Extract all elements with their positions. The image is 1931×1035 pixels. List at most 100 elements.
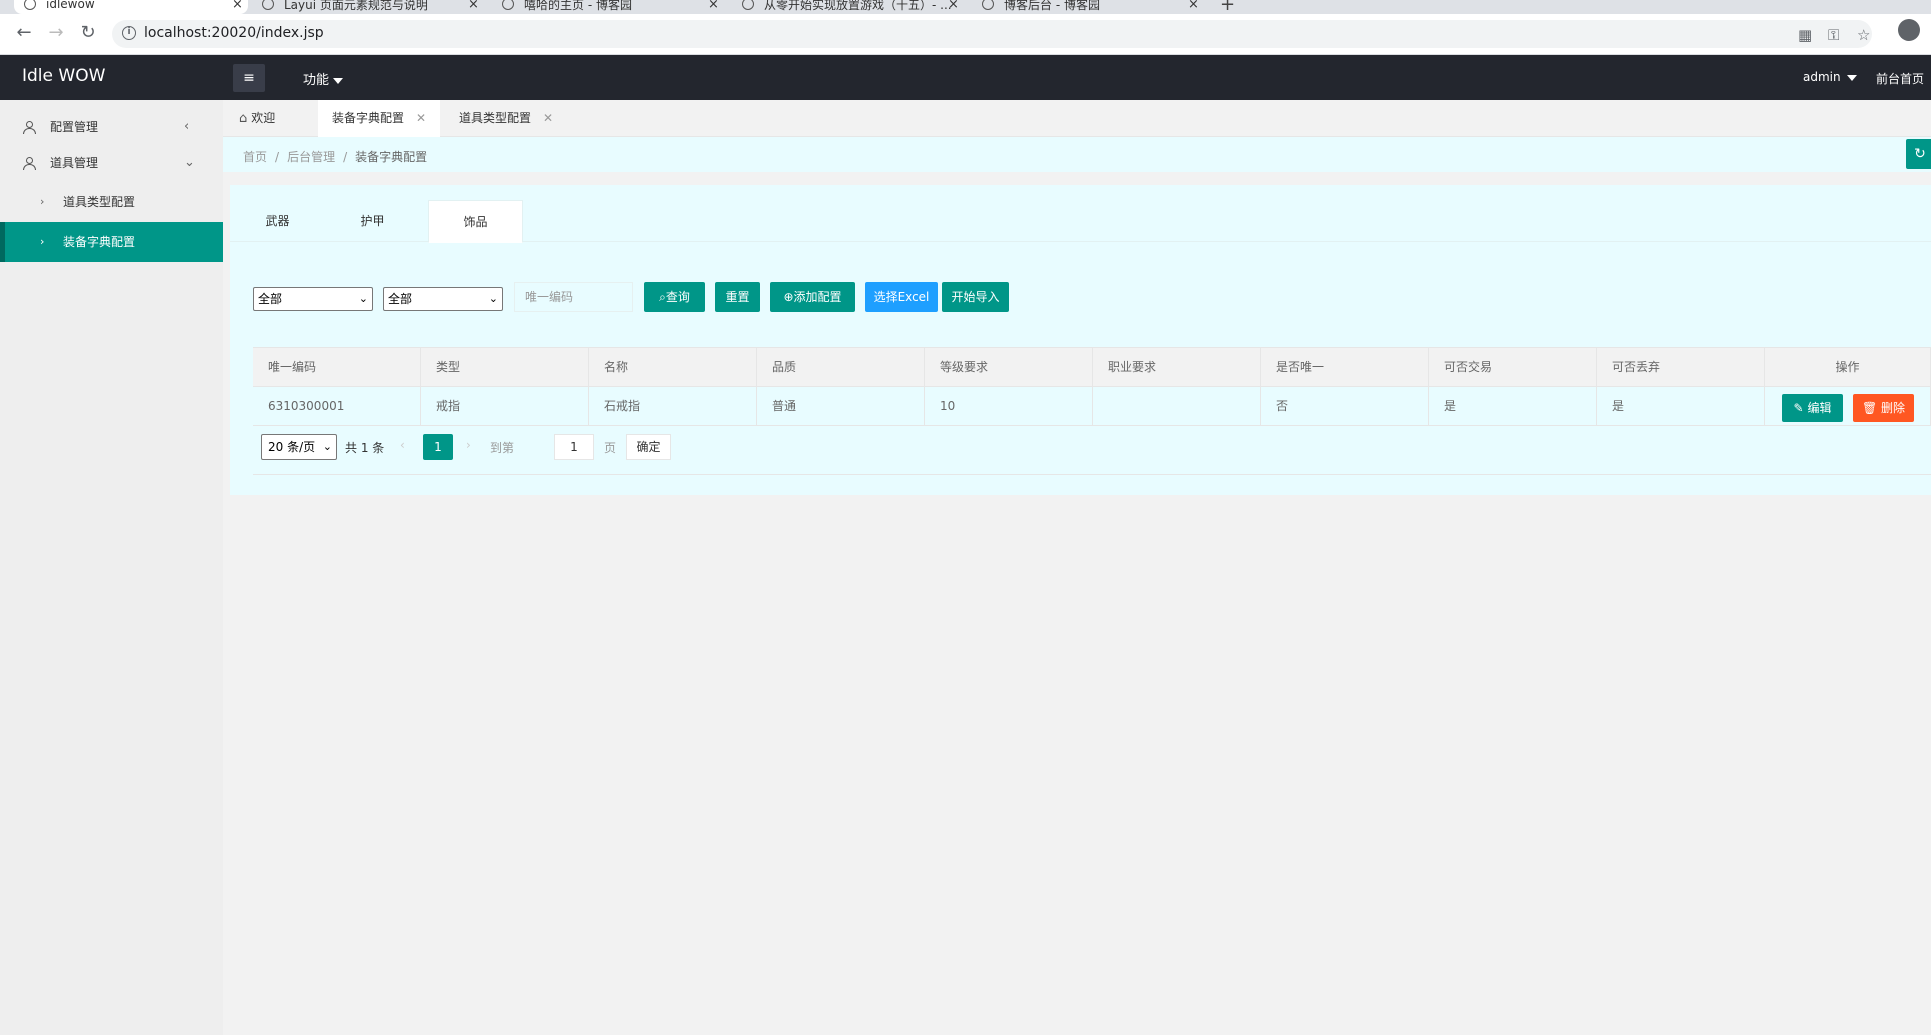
browser-tab-title: 嘻哈的主页 - 博客园 [524,0,632,12]
breadcrumb-home[interactable]: 首页 [243,150,267,164]
user-icon [22,120,36,134]
browser-tab-title: 博客后台 - 博客园 [1004,0,1100,12]
home-icon: ⌂ [239,111,248,126]
pencil-icon: ✎ [1793,401,1804,415]
total-count: 共 1 条 [345,441,385,455]
table-cell: 石戒指 [589,387,757,426]
page-suffix: 页 [604,441,617,455]
key-icon[interactable]: ⚿ [1828,26,1839,44]
sidebar-item-item-management[interactable]: 道具管理 ⌄ [0,145,223,181]
url-text[interactable]: localhost:20020/index.jsp [144,25,324,41]
equipment-table: 唯一编码 类型 名称 品质 等级要求 职业要求 是否唯一 可否交易 可否丢弃 操… [253,347,1931,426]
app-header: Idle WOW ≡ 功能 admin 前台首页 [0,55,1931,100]
pagination: 20 条/页 ⌄ 共 1 条 ‹ 1 › 到第 1 页 确定 [253,425,1931,475]
tab-accessory[interactable]: 饰品 [428,200,523,243]
tab-label: 装备字典配置 [332,111,405,125]
app-logo: Idle WOW [22,66,106,86]
menu-toggle-icon[interactable]: ≡ [233,64,265,92]
tab-label: 欢迎 [251,111,276,125]
page-size-select[interactable]: 20 条/页 ⌄ [261,434,337,460]
table-cell: 否 [1261,387,1429,426]
breadcrumb-current: 装备字典配置 [355,150,428,164]
close-icon[interactable]: ✕ [416,111,426,125]
profile-avatar-icon[interactable] [1898,19,1920,41]
category-tabs: 武器 护甲 饰品 [230,200,1931,243]
page-tab-bar: ⌂ 欢迎 装备字典配置 ✕ 道具类型配置 ✕ [223,100,1931,137]
tab-item-type-config[interactable]: 道具类型配置 ✕ [445,100,567,137]
quality-select[interactable]: 全部 ⌄ [383,287,503,311]
delete-label: 删除 [1881,401,1906,415]
reset-button[interactable]: 重置 [715,282,760,312]
browser-tab-layui[interactable]: Layui 页面元素规范与说明 × [262,0,487,14]
actions-cell: ✎ 编辑 🗑 删除 [1765,387,1931,426]
tab-label: 道具类型配置 [459,111,532,125]
chevron-right-icon: › [40,235,45,248]
sidebar-subitem-item-type-config[interactable]: › 道具类型配置 [0,182,223,222]
type-select-value: 全部 [258,292,283,306]
add-config-label: 添加配置 [793,290,842,304]
admin-menu[interactable]: admin [1803,70,1857,84]
info-icon[interactable]: i [122,26,136,40]
url-field[interactable]: i localhost:20020/index.jsp ▦ ⚿ ☆ [112,20,1872,48]
table-row: 6310300001 戒指 石戒指 普通 10 否 是 是 ✎ 编辑 🗑 删除 [253,387,1931,426]
cnblogs-icon [502,0,514,10]
browser-tab-title: idlewow [46,0,95,11]
delete-button[interactable]: 🗑 删除 [1853,394,1914,422]
code-search-input[interactable]: 唯一编码 [514,282,633,312]
goto-confirm-button[interactable]: 确定 [626,434,671,460]
dropdown-arrow-icon: ⌄ [322,440,332,453]
cnblogs-icon [982,0,994,10]
close-icon[interactable]: × [948,0,959,12]
browser-tab-title: Layui 页面元素规范与说明 [284,0,428,12]
new-tab-button[interactable]: + [1220,0,1235,14]
close-icon[interactable]: × [232,0,243,12]
close-icon[interactable]: × [708,0,719,12]
next-page-icon[interactable]: › [466,438,471,452]
tab-armor[interactable]: 护甲 [325,200,420,242]
close-icon[interactable]: × [468,0,479,12]
refresh-button[interactable]: ↻ [1906,139,1931,169]
close-icon[interactable]: × [1188,0,1199,12]
front-home-link[interactable]: 前台首页 [1876,70,1924,87]
table-cell: 普通 [757,387,925,426]
edit-button[interactable]: ✎ 编辑 [1782,394,1843,422]
edit-label: 编辑 [1807,401,1832,415]
sidebar-subitem-equipment-dict-config[interactable]: › 装备字典配置 [0,222,223,262]
tab-equipment-dict-config[interactable]: 装备字典配置 ✕ [318,100,441,137]
prev-page-icon[interactable]: ‹ [400,438,405,452]
add-config-button[interactable]: ⊕添加配置 [770,282,855,312]
browser-tab-title: 从零开始实现放置游戏（十五）- ... [764,0,952,12]
sidebar-subitem-label: 装备字典配置 [63,235,136,249]
globe-icon [24,0,36,10]
forward-arrow-icon[interactable]: → [44,22,68,43]
goto-label: 到第 [490,441,515,455]
admin-label: admin [1803,70,1841,84]
search-button[interactable]: ⌕查询 [644,282,705,312]
browser-tab-idlewow[interactable]: idlewow × [14,0,248,14]
breadcrumb: 首页 / 后台管理 / 装备字典配置 [243,148,427,165]
table-cell: 是 [1429,387,1597,426]
breadcrumb-admin[interactable]: 后台管理 [287,150,335,164]
browser-tab-cnblogs-article[interactable]: 从零开始实现放置游戏（十五）- ... × [742,0,967,14]
browser-tab-cnblogs-home[interactable]: 嘻哈的主页 - 博客园 × [502,0,727,14]
type-select[interactable]: 全部 ⌄ [253,287,373,311]
close-icon[interactable]: ✕ [543,111,553,125]
breadcrumb-bar: 首页 / 后台管理 / 装备字典配置 ↻ [223,137,1931,172]
tab-welcome[interactable]: ⌂ 欢迎 [225,100,289,137]
sidebar-item-config-management[interactable]: 配置管理 ‹ [0,109,223,145]
function-menu[interactable]: 功能 [303,69,344,88]
add-circle-icon: ⊕ [783,290,794,304]
qr-code-icon[interactable]: ▦ [1798,26,1812,44]
back-arrow-icon[interactable]: ← [12,22,36,43]
star-icon[interactable]: ☆ [1857,26,1870,44]
table-cell: 10 [925,387,1093,426]
start-import-button[interactable]: 开始导入 [942,282,1009,312]
cnblogs-icon [742,0,754,10]
browser-tab-cnblogs-admin[interactable]: 博客后台 - 博客园 × [982,0,1207,14]
select-excel-button[interactable]: 选择Excel [865,282,938,312]
tab-weapon[interactable]: 武器 [230,200,325,242]
sidebar-subitem-label: 道具类型配置 [63,195,136,209]
goto-page-input[interactable]: 1 [554,434,594,460]
reload-icon[interactable]: ↻ [76,22,100,43]
current-page[interactable]: 1 [423,434,453,460]
